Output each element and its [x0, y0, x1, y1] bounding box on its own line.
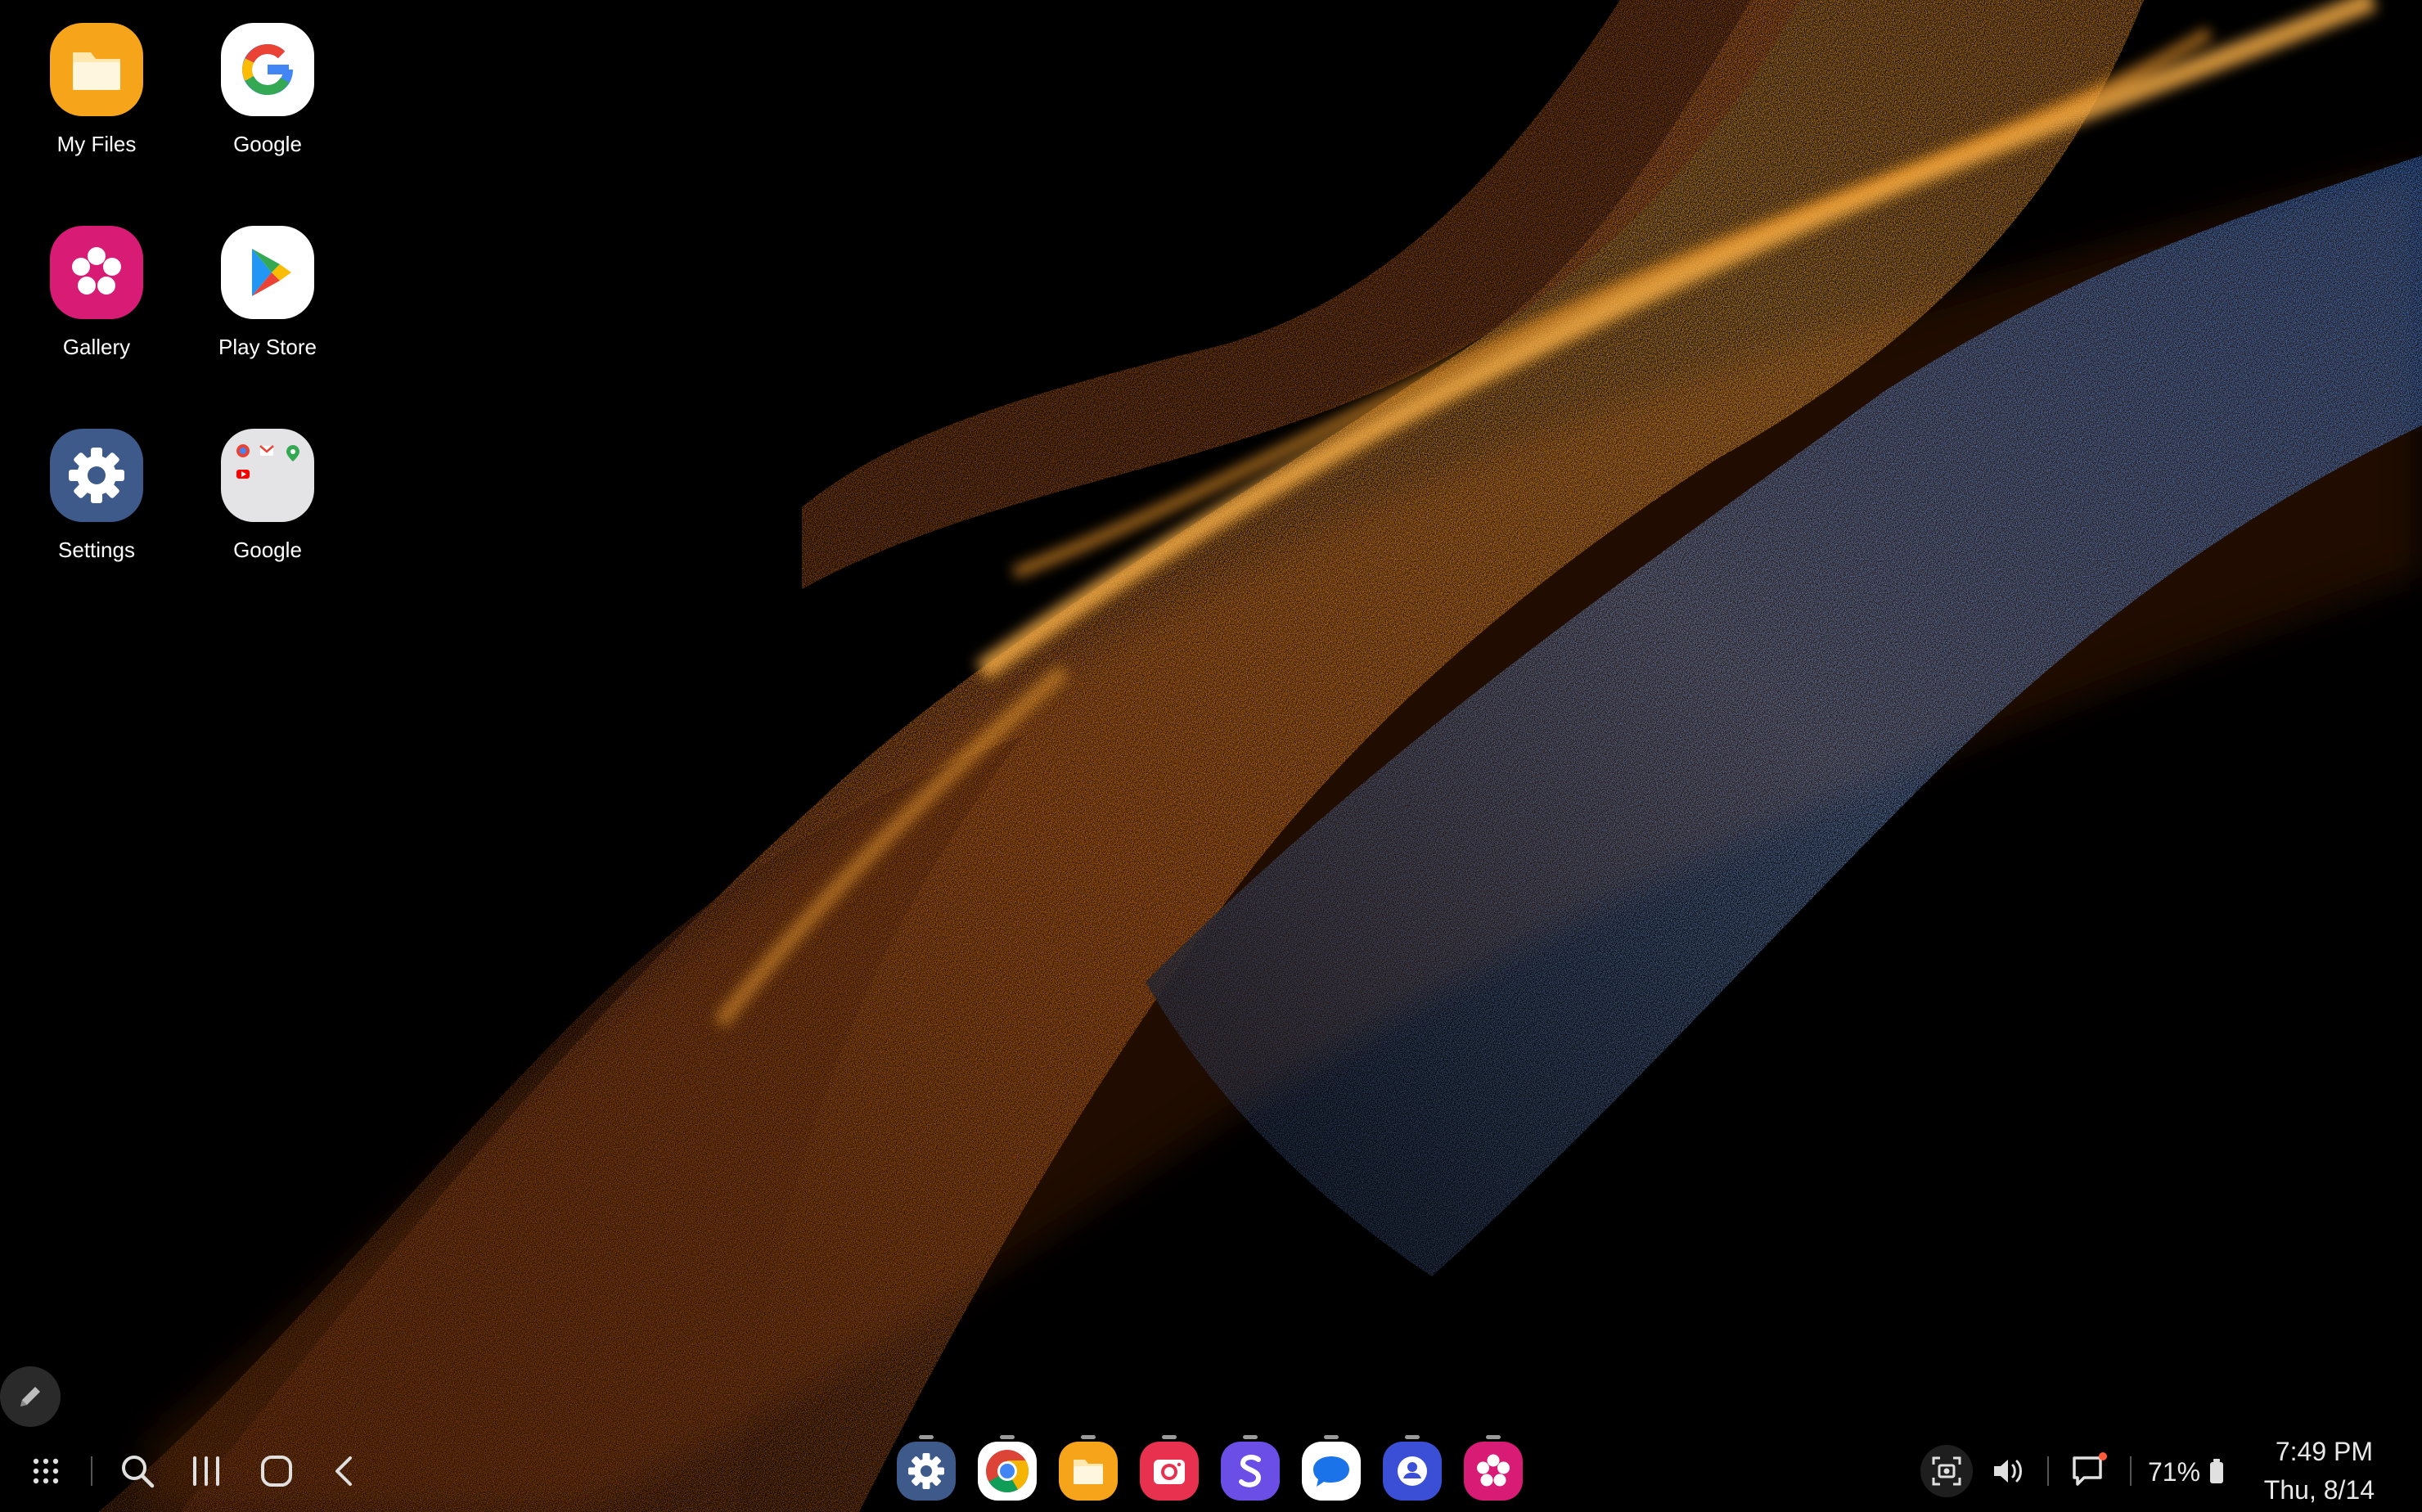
- notifications-button[interactable]: [2064, 1447, 2114, 1496]
- play-store-icon: [221, 226, 314, 319]
- contacts-icon: [1398, 1456, 1427, 1486]
- desktop-icon-gallery[interactable]: Gallery: [15, 226, 178, 360]
- desktop-icon-label: Settings: [58, 538, 135, 562]
- volume-icon: [1994, 1460, 2022, 1483]
- desktop-icon-google[interactable]: Google: [186, 23, 349, 157]
- desktop-icon-my-files[interactable]: My Files: [15, 23, 178, 157]
- home-icon: [261, 1456, 292, 1487]
- taskbar-separator: [2130, 1456, 2132, 1486]
- gallery-icon: [50, 226, 143, 319]
- running-indicator: [1162, 1435, 1177, 1439]
- desktop-icon-label: Play Store: [218, 335, 317, 359]
- taskbar: [0, 1430, 2422, 1512]
- taskbar-separator: [91, 1456, 92, 1486]
- running-indicator: [1486, 1435, 1501, 1439]
- taskbar-separator: [2047, 1456, 2049, 1486]
- samsung-internet-icon: [1239, 1455, 1262, 1487]
- running-indicator: [1405, 1435, 1420, 1439]
- desktop-icon-label: Gallery: [62, 335, 131, 359]
- settings-icon: [50, 429, 143, 522]
- my-files-icon: [1074, 1460, 1103, 1484]
- dock-chrome[interactable]: [978, 1442, 1037, 1501]
- desktop-icon-play-store[interactable]: Play Store: [186, 226, 349, 360]
- search-button[interactable]: [113, 1447, 162, 1496]
- dock-settings[interactable]: [897, 1442, 956, 1501]
- my-files-icon: [50, 23, 143, 116]
- gallery-icon: [1477, 1454, 1510, 1487]
- search-icon: [122, 1456, 155, 1488]
- desktop-icon-settings[interactable]: Settings: [15, 429, 178, 563]
- dock-samsung-internet[interactable]: [1221, 1442, 1280, 1501]
- dock-gallery[interactable]: [1464, 1442, 1523, 1501]
- google-icon: [221, 23, 314, 116]
- desktop-icon-label: Google: [233, 132, 302, 156]
- settings-app-icon: [908, 1453, 944, 1489]
- running-indicator: [919, 1435, 934, 1439]
- running-indicator: [1324, 1435, 1339, 1439]
- back-icon: [335, 1456, 352, 1486]
- camera-icon: [1154, 1460, 1185, 1484]
- pen-icon: [20, 1387, 40, 1406]
- wallpaper-image: [98, 0, 2422, 1512]
- running-indicator: [1243, 1435, 1258, 1439]
- dock-camera[interactable]: [1140, 1442, 1199, 1501]
- clock-time[interactable]: 7:49 PM: [2242, 1437, 2373, 1466]
- dock-messages[interactable]: [1302, 1442, 1361, 1501]
- screen-capture-button[interactable]: [1920, 1445, 1973, 1497]
- tablet-home-screen: My Files Google Gallery Play Store Setti…: [0, 0, 2422, 1512]
- volume-button[interactable]: [1983, 1447, 2033, 1496]
- recents-icon: [193, 1456, 219, 1486]
- desktop-icon-label: My Files: [56, 132, 137, 156]
- edit-pen-button[interactable]: [0, 1366, 61, 1427]
- chat-notification-icon: [2073, 1452, 2107, 1486]
- google-folder-icon: [221, 429, 314, 522]
- battery-icon: [2210, 1459, 2223, 1483]
- desktop-folder-google[interactable]: Google: [186, 429, 349, 563]
- desktop-icon-label: Google: [233, 538, 302, 562]
- running-indicator: [1000, 1435, 1015, 1439]
- dock-my-files[interactable]: [1059, 1442, 1118, 1501]
- apps-grid-button[interactable]: [21, 1447, 70, 1496]
- running-indicator: [1081, 1435, 1096, 1439]
- clock-date[interactable]: Thu, 8/14: [2242, 1475, 2375, 1505]
- battery-percentage: 71%: [2148, 1457, 2201, 1487]
- back-button[interactable]: [321, 1447, 370, 1496]
- dock-contacts[interactable]: [1383, 1442, 1442, 1501]
- apps-grid-icon: [33, 1458, 59, 1484]
- screen-capture-icon: [1932, 1456, 1961, 1486]
- messages-icon: [1313, 1456, 1349, 1487]
- chrome-icon: [986, 1450, 1029, 1492]
- home-button[interactable]: [252, 1447, 301, 1496]
- recents-button[interactable]: [182, 1447, 231, 1496]
